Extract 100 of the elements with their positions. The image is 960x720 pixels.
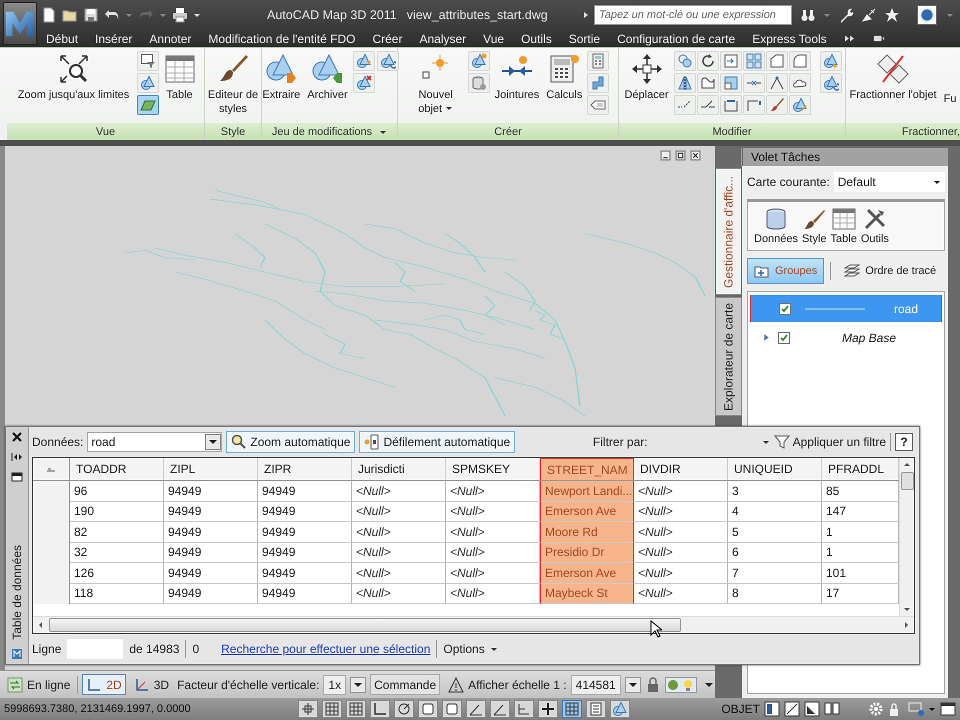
ribbon-button[interactable]: Fu (942, 51, 958, 109)
view-mode-button[interactable]: 3D (130, 674, 174, 695)
scroll-left-icon[interactable] (37, 621, 45, 629)
ribbon-button[interactable]: Fractionner l'objet (848, 51, 939, 105)
save-icon[interactable] (83, 7, 99, 23)
ribbon-button[interactable]: Jointures (492, 51, 542, 105)
ribbon-tab[interactable]: Express Tools (752, 32, 827, 46)
ribbon-tab[interactable]: Analyser (419, 32, 466, 46)
ribbon-button[interactable]: Déplacer (622, 51, 671, 105)
options-button[interactable]: Options (443, 642, 498, 656)
drafting-toggle[interactable] (466, 700, 486, 718)
application-menu-button[interactable] (3, 2, 37, 45)
layout-icon[interactable] (824, 701, 840, 717)
drafting-toggle[interactable] (442, 700, 462, 718)
checkbox[interactable] (779, 302, 791, 314)
search-field[interactable]: Tapez un mot-clé ou une expression (594, 5, 792, 25)
side-tab[interactable]: Explorateur de carte (715, 297, 742, 416)
checkbox[interactable] (778, 332, 790, 344)
printer-icon[interactable] (172, 7, 188, 23)
close-icon[interactable] (11, 431, 23, 443)
column-header[interactable]: Jurisdicti (352, 458, 446, 480)
space-label[interactable]: OBJET (721, 702, 760, 716)
expand-arrow-icon[interactable] (762, 333, 771, 342)
drafting-toggle[interactable] (610, 700, 630, 718)
drafting-toggle[interactable] (298, 700, 318, 718)
help-button[interactable]: ? (895, 433, 913, 451)
column-header[interactable]: ZIPL (164, 458, 258, 480)
toggle-button[interactable]: Zoom automatique (226, 431, 356, 453)
vertical-scrollbar[interactable] (899, 458, 914, 616)
window-icon[interactable] (940, 701, 956, 717)
ribbon-tab[interactable]: Configuration de carte (617, 32, 736, 46)
scroll-thumb[interactable] (900, 472, 914, 490)
camera-icon[interactable] (872, 34, 885, 43)
minimize-icon[interactable] (660, 150, 671, 160)
ribbon-tab[interactable]: Modification de l'entité FDO (208, 32, 356, 46)
view-tab[interactable]: Ordre de tracé (837, 258, 944, 284)
view-tab[interactable]: Groupes (747, 258, 824, 284)
toggle-button[interactable]: Défilement automatique (359, 431, 516, 453)
layer-row[interactable]: Map Base (750, 324, 942, 351)
ribbon-button[interactable]: Table (162, 51, 198, 105)
ribbon-tab[interactable]: Début (46, 32, 78, 46)
ribbon-button[interactable]: Zoom jusqu'aux limites (14, 51, 134, 105)
drafting-toggle[interactable] (346, 700, 366, 718)
ribbon-tab[interactable]: Créer (372, 32, 402, 46)
ribbon-tab[interactable]: Insérer (95, 32, 132, 46)
source-dropdown[interactable]: road (87, 432, 222, 452)
layout-icon[interactable] (764, 701, 780, 717)
ribbon-tab[interactable]: Outils (521, 32, 552, 46)
display-scale-value[interactable]: 414581 (570, 674, 621, 694)
drafting-toggle[interactable] (490, 700, 510, 718)
panel-icon[interactable] (11, 471, 23, 483)
drafting-toggle[interactable] (322, 700, 342, 718)
drafting-toggle[interactable] (418, 700, 438, 718)
horizontal-scrollbar[interactable] (33, 616, 914, 633)
task-pane-button[interactable]: Outils (860, 207, 889, 245)
ribbon-button[interactable]: Archiver (305, 51, 350, 105)
panel-title[interactable]: Jeu de modifications (262, 123, 397, 140)
drafting-toggle[interactable] (370, 700, 390, 718)
drafting-toggle[interactable] (562, 700, 582, 718)
command-button[interactable]: Commande (370, 674, 440, 695)
column-header[interactable]: ZIPR (258, 458, 352, 480)
monitor-icon[interactable] (908, 701, 924, 717)
expand-arrow-icon[interactable] (582, 11, 590, 19)
drafting-toggle[interactable] (538, 700, 558, 718)
apply-filter-button[interactable]: Appliquer un filtre (774, 434, 886, 450)
ribbon-button[interactable]: Calculs (544, 51, 584, 105)
ribbon-tab[interactable]: Annoter (149, 32, 192, 46)
dock-arrows-icon[interactable] (11, 451, 23, 463)
scroll-down-icon[interactable] (903, 605, 911, 613)
row-header-icon[interactable] (46, 466, 56, 472)
caret-icon[interactable] (928, 705, 936, 713)
row-input[interactable] (67, 639, 124, 659)
side-tab[interactable]: Gestionnaire d'affic... (715, 168, 742, 295)
layout-icon[interactable] (784, 701, 800, 717)
current-map-dropdown[interactable]: Default (834, 172, 945, 192)
ribbon-button[interactable]: Nouvel objet (406, 51, 465, 118)
ribbon-tab[interactable]: Vue (483, 32, 504, 46)
view-mode-button[interactable]: 2D (82, 674, 126, 695)
help-icon[interactable] (917, 5, 937, 25)
double-arrow-icon[interactable] (844, 34, 856, 43)
column-header[interactable]: TOADDR (70, 458, 164, 480)
task-pane-button[interactable]: Données (754, 207, 798, 245)
column-header[interactable]: DIVDIR (634, 458, 728, 480)
ribbon-button[interactable]: Editeur de styles (205, 51, 261, 118)
drafting-toggle[interactable] (586, 700, 606, 718)
star-icon[interactable] (884, 7, 900, 23)
tool-button[interactable] (136, 95, 158, 115)
row-header[interactable] (33, 481, 70, 502)
binoculars-icon[interactable] (800, 7, 816, 23)
close-icon[interactable] (690, 150, 701, 160)
drafting-toggle[interactable] (514, 700, 534, 718)
restore-icon[interactable] (675, 150, 686, 160)
ribbon-tab[interactable]: Sortie (568, 32, 600, 46)
gear-icon[interactable] (868, 701, 884, 717)
layout-icon[interactable] (804, 701, 820, 717)
ribbon-button[interactable]: Extraire (260, 51, 302, 105)
drafting-toggle[interactable] (394, 700, 414, 718)
scroll-thumb[interactable] (49, 618, 681, 632)
caret-icon[interactable] (193, 11, 201, 19)
warning-icon[interactable] (448, 676, 464, 692)
